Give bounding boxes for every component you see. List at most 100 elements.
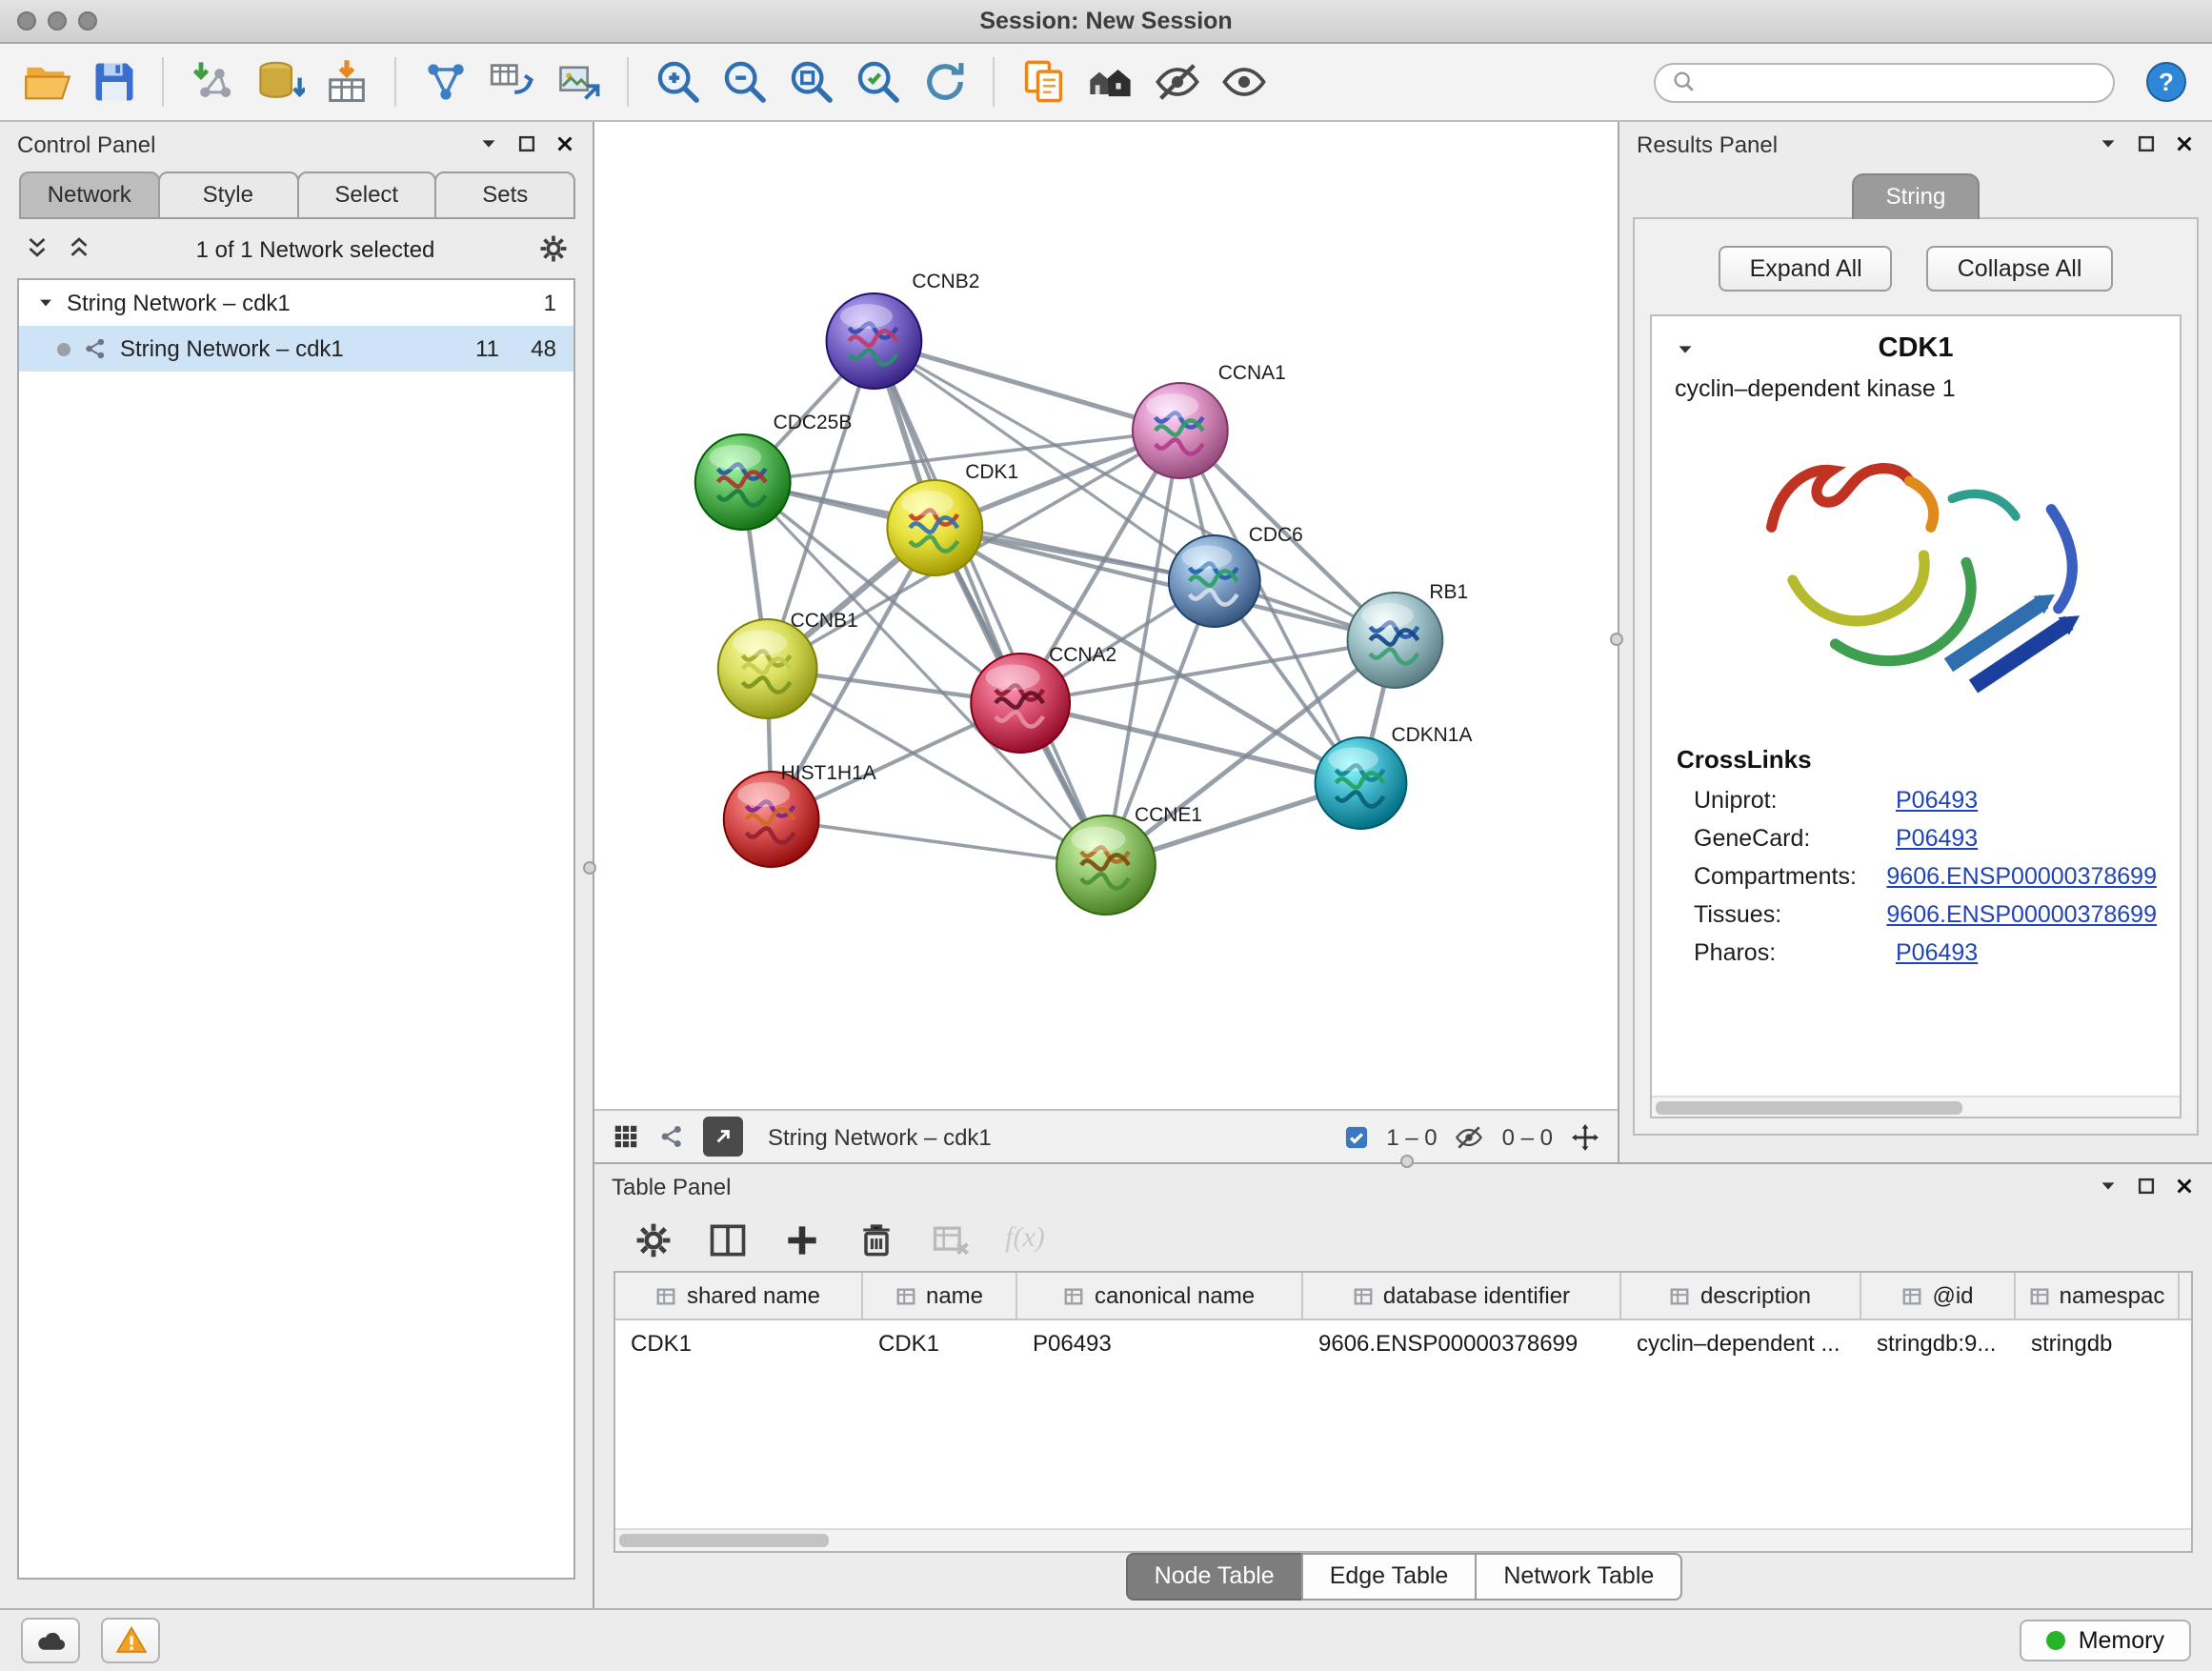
- column-header-description[interactable]: description: [1621, 1273, 1861, 1319]
- collapse-all-networks-button[interactable]: [23, 234, 51, 263]
- pan-mode-button[interactable]: [1570, 1121, 1600, 1152]
- zoom-out-button[interactable]: [713, 50, 775, 113]
- scrollbar-thumb[interactable]: [1656, 1101, 1961, 1115]
- gene-disclosure-triangle[interactable]: [1675, 338, 1696, 359]
- delete-column-button[interactable]: [852, 1215, 901, 1264]
- data-warehouse-button[interactable]: [1078, 50, 1141, 113]
- node-CCNE1[interactable]: CCNE1: [1056, 804, 1202, 915]
- panel-close-button[interactable]: [2174, 1176, 2195, 1197]
- import-network-file-icon: [188, 57, 237, 107]
- tab-network[interactable]: Network: [19, 171, 160, 219]
- tab-style[interactable]: Style: [158, 171, 299, 219]
- column-header-canonical-name[interactable]: canonical name: [1017, 1273, 1303, 1319]
- tab-string[interactable]: String: [1852, 173, 1981, 219]
- open-session-button[interactable]: [15, 50, 78, 113]
- table-settings-button[interactable]: [629, 1215, 678, 1264]
- crosslink-value-link[interactable]: 9606.ENSP00000378699: [1886, 901, 2157, 928]
- expand-all-networks-button[interactable]: [65, 234, 93, 263]
- node-label-CCNB2: CCNB2: [912, 271, 979, 292]
- close-window-button[interactable]: [17, 11, 36, 30]
- panel-menu-button[interactable]: [2098, 133, 2119, 154]
- table-cell: stringdb: [2016, 1329, 2180, 1356]
- cloud-icon: [33, 1623, 68, 1658]
- network-collection-row[interactable]: String Network – cdk1 1: [19, 280, 573, 326]
- disclosure-triangle-icon[interactable]: [36, 293, 55, 312]
- splitter-handle[interactable]: [1610, 633, 1623, 646]
- edge-HIST1H1A-CCNE1[interactable]: [772, 819, 1106, 865]
- show-graphics-button[interactable]: [1212, 50, 1275, 113]
- show-columns-button[interactable]: [703, 1215, 753, 1264]
- refresh-view-button[interactable]: [913, 50, 975, 113]
- panel-float-button[interactable]: [2136, 133, 2157, 154]
- panel-close-button[interactable]: [554, 133, 575, 154]
- node-HIST1H1A[interactable]: HIST1H1A: [724, 762, 876, 867]
- tab-edge-table[interactable]: Edge Table: [1301, 1553, 1478, 1601]
- panel-menu-button[interactable]: [2098, 1176, 2119, 1197]
- import-network-from-file-button[interactable]: [181, 50, 244, 113]
- results-hscrollbar[interactable]: [1652, 1096, 2180, 1117]
- hide-graphics-button[interactable]: [1145, 50, 1208, 113]
- tab-network-table[interactable]: Network Table: [1475, 1553, 1682, 1601]
- network-options-button[interactable]: [537, 232, 570, 265]
- export-view-button[interactable]: [703, 1117, 743, 1157]
- crosslink-value-link[interactable]: P06493: [1896, 939, 1978, 966]
- zoom-in-button[interactable]: [646, 50, 709, 113]
- zoom-selected-button[interactable]: [846, 50, 909, 113]
- collapse-all-button[interactable]: Collapse All: [1927, 246, 2113, 292]
- network-row[interactable]: String Network – cdk1 11 48: [19, 326, 573, 372]
- crosslink-value-link[interactable]: P06493: [1896, 787, 1978, 814]
- search-input[interactable]: [1707, 70, 2098, 93]
- column-header-shared-name[interactable]: shared name: [615, 1273, 863, 1319]
- zoom-fit-button[interactable]: [779, 50, 842, 113]
- help-button[interactable]: ?: [2134, 50, 2197, 113]
- tab-select[interactable]: Select: [296, 171, 437, 219]
- crosslink-value-link[interactable]: 9606.ENSP00000378699: [1886, 863, 2157, 890]
- cloud-status-button[interactable]: [21, 1618, 80, 1663]
- crosslink-value-link[interactable]: P06493: [1896, 825, 1978, 852]
- table-row[interactable]: CDK1CDK1P064939606.ENSP00000378699cyclin…: [615, 1320, 2191, 1364]
- panel-close-button[interactable]: [2174, 133, 2195, 154]
- column-header-namespac[interactable]: namespac: [2016, 1273, 2180, 1319]
- splitter-handle[interactable]: [1400, 1155, 1414, 1168]
- table-hscrollbar[interactable]: [615, 1528, 2191, 1551]
- splitter-handle[interactable]: [583, 861, 596, 875]
- panel-float-button[interactable]: [516, 133, 537, 154]
- scrollbar-thumb[interactable]: [619, 1534, 829, 1547]
- memory-button[interactable]: Memory: [2020, 1620, 2191, 1661]
- network-graph[interactable]: CCNB2CCNA1CDC25BCDK1CDC6RB1CCNB1CCNA2CDK…: [594, 122, 1618, 1109]
- node-CCNA2[interactable]: CCNA2: [971, 644, 1116, 753]
- import-network-from-database-button[interactable]: [248, 50, 311, 113]
- zoom-window-button[interactable]: [78, 11, 97, 30]
- eye-icon: [1218, 57, 1268, 107]
- node-CCNA1[interactable]: CCNA1: [1133, 362, 1286, 478]
- copy-document-button[interactable]: [1012, 50, 1075, 113]
- node-CDK1[interactable]: CDK1: [887, 461, 1018, 575]
- selected-items-checkbox[interactable]: [1342, 1123, 1369, 1150]
- column-header-name[interactable]: name: [863, 1273, 1017, 1319]
- node-CCNB2[interactable]: CCNB2: [827, 271, 980, 389]
- network-share-button[interactable]: [657, 1122, 686, 1151]
- panel-menu-button[interactable]: [478, 133, 499, 154]
- panel-float-button[interactable]: [2136, 1176, 2157, 1197]
- add-column-button[interactable]: [777, 1215, 827, 1264]
- network-canvas[interactable]: CCNB2CCNA1CDC25BCDK1CDC6RB1CCNB1CCNA2CDK…: [594, 122, 1618, 1109]
- search-box[interactable]: [1654, 62, 2115, 102]
- node-RB1[interactable]: RB1: [1348, 581, 1469, 688]
- tab-sets[interactable]: Sets: [435, 171, 576, 219]
- column-label: database identifier: [1383, 1282, 1570, 1309]
- network-selection-row: 1 of 1 Network selected: [0, 219, 593, 272]
- column-header-@id[interactable]: @id: [1861, 1273, 2016, 1319]
- column-header-database-identifier[interactable]: database identifier: [1303, 1273, 1621, 1319]
- expand-all-button[interactable]: Expand All: [1719, 246, 1893, 292]
- new-network-button[interactable]: [413, 50, 476, 113]
- crosslink-row: Compartments:9606.ENSP00000378699: [1652, 857, 2180, 896]
- edge-CCNB2-CCNE1[interactable]: [874, 341, 1106, 865]
- save-session-button[interactable]: [82, 50, 145, 113]
- minimize-window-button[interactable]: [48, 11, 67, 30]
- tab-node-table[interactable]: Node Table: [1126, 1553, 1303, 1601]
- birds-eye-view-button[interactable]: [612, 1122, 640, 1151]
- warnings-button[interactable]: [101, 1618, 160, 1663]
- export-image-button[interactable]: [547, 50, 610, 113]
- new-network-from-table-button[interactable]: [480, 50, 543, 113]
- import-table-from-file-button[interactable]: [314, 50, 377, 113]
